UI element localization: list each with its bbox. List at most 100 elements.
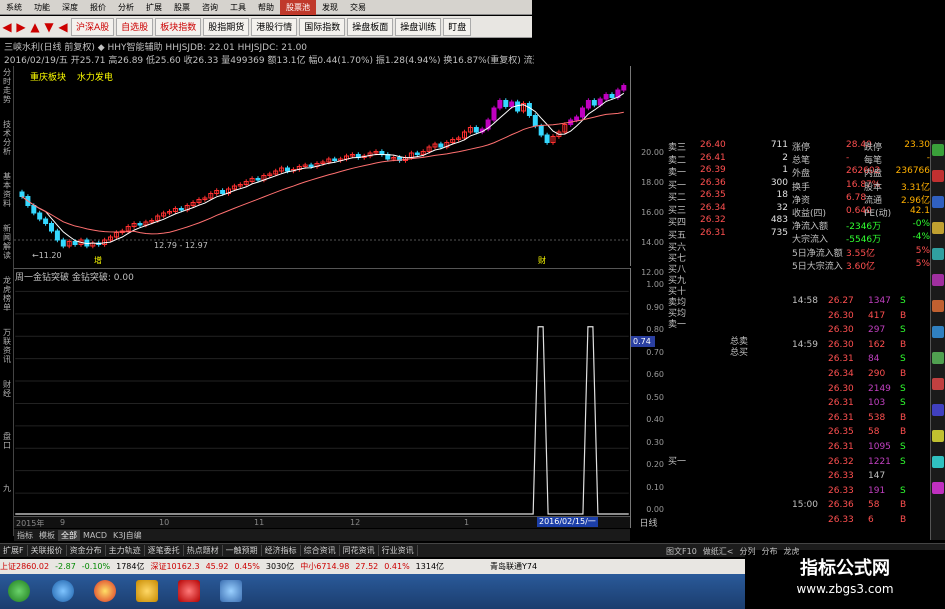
right-tab[interactable]: 分布 <box>761 547 777 556</box>
indicator-tab[interactable]: K3J自编 <box>110 530 145 541</box>
rail-tool-icon[interactable] <box>932 378 944 390</box>
rail-tool-icon[interactable] <box>932 248 944 260</box>
folder-icon[interactable] <box>136 580 158 602</box>
sz-index[interactable]: 深证10162.3 <box>150 561 199 572</box>
rail-tool-icon[interactable] <box>932 456 944 468</box>
app-icon[interactable] <box>178 580 200 602</box>
left-rail-item[interactable]: 万联资讯 <box>1 328 13 364</box>
sector-label-1[interactable]: 重庆板块 <box>30 73 66 83</box>
market-tab[interactable]: 港股行情 <box>251 17 298 36</box>
menu-item[interactable]: 分析 <box>112 0 140 15</box>
market-tab[interactable]: 沪深A股 <box>71 17 115 36</box>
menu-item-stock-pool[interactable]: 股票池 <box>280 0 316 15</box>
order-row[interactable]: 卖三 26.40 711 <box>666 140 790 153</box>
function-tab[interactable]: 一触预期 <box>223 545 262 556</box>
down-arrow-icon[interactable]: ▼ <box>42 17 56 37</box>
menu-item-right[interactable]: 发现 <box>316 0 344 15</box>
rail-tool-icon[interactable] <box>932 352 944 364</box>
tick-side: B <box>900 339 907 350</box>
menu-item[interactable]: 功能 <box>28 0 56 15</box>
left-rail-item[interactable]: 龙虎榜单 <box>1 276 13 312</box>
menu-item[interactable]: 工具 <box>224 0 252 15</box>
menu-item[interactable]: 股票 <box>168 0 196 15</box>
function-tab[interactable]: 同花资讯 <box>340 545 379 556</box>
order-row[interactable]: 买五 26.31 735 <box>666 228 790 241</box>
order-volume: 483 <box>770 215 788 225</box>
order-row[interactable]: 买一 26.36 300 <box>666 178 790 191</box>
order-row[interactable]: 买三 26.34 32 <box>666 203 790 216</box>
right-tab[interactable]: 分列 <box>739 547 755 556</box>
rail-tool-icon[interactable] <box>932 300 944 312</box>
status-extra[interactable]: 青岛联通Y74 <box>490 561 537 572</box>
rail-tool-icon[interactable] <box>932 274 944 286</box>
indicator-tab[interactable]: 指标 <box>14 530 36 541</box>
period-label[interactable]: 日线 <box>630 516 666 529</box>
rail-tool-icon[interactable] <box>932 144 944 156</box>
right-tab[interactable]: 图文F10 <box>666 547 697 556</box>
ie-icon[interactable] <box>52 580 74 602</box>
order-price: 26.31 <box>700 227 726 238</box>
rail-tool-icon[interactable] <box>932 482 944 494</box>
rail-tool-icon[interactable] <box>932 404 944 416</box>
left-arrow-icon[interactable]: ◀ <box>56 17 70 37</box>
order-row[interactable]: 卖二 26.41 2 <box>666 153 790 166</box>
left-rail-item[interactable]: 九 <box>1 484 13 493</box>
market-tab[interactable]: 板块指数 <box>155 17 202 36</box>
left-rail-item[interactable]: 盘口 <box>1 432 13 450</box>
rail-tool-icon[interactable] <box>932 430 944 442</box>
function-tab[interactable]: 经济指标 <box>262 545 301 556</box>
tick-volume: 58 <box>868 500 880 511</box>
market-tab[interactable]: 自选股 <box>116 17 154 36</box>
sector-label-2[interactable]: 水力发电 <box>77 73 113 83</box>
back-arrow-icon[interactable]: ◀ <box>0 17 14 37</box>
left-rail-item[interactable]: 新闻解读 <box>1 224 13 260</box>
order-row[interactable]: 买四 26.32 483 <box>666 215 790 228</box>
zx-index[interactable]: 中小6714.98 <box>300 561 349 572</box>
left-rail-item[interactable]: 分时走势 <box>1 68 13 104</box>
function-tab[interactable]: 资金分布 <box>67 545 106 556</box>
function-tab[interactable]: 主力轨迹 <box>106 545 145 556</box>
menu-item[interactable]: 帮助 <box>252 0 280 15</box>
right-tab[interactable]: 龙虎 <box>783 547 799 556</box>
function-tab[interactable]: 热点题材 <box>184 545 223 556</box>
indicator-chart[interactable] <box>14 268 630 516</box>
left-rail-item[interactable]: 基本资料 <box>1 172 13 208</box>
order-row[interactable]: 卖一 26.39 1 <box>666 165 790 178</box>
sh-index[interactable]: 上证2860.02 <box>0 561 49 572</box>
order-row[interactable]: 买二 26.35 18 <box>666 190 790 203</box>
market-tab[interactable]: 操盘训练 <box>395 17 442 36</box>
market-tab[interactable]: 国际指数 <box>299 17 346 36</box>
indicator-tab[interactable]: 模板 <box>36 530 58 541</box>
kline-chart[interactable]: ←11.20 12.79 - 12.97 财 增 <box>14 66 630 266</box>
function-tab[interactable]: 关联报价 <box>28 545 67 556</box>
menu-item[interactable]: 扩展 <box>140 0 168 15</box>
date-tick: 11 <box>254 518 265 527</box>
menu-item[interactable]: 咨询 <box>196 0 224 15</box>
function-tab[interactable]: 扩展F <box>0 545 28 556</box>
left-rail-item[interactable]: 技术分析 <box>1 120 13 156</box>
tool-icon[interactable] <box>220 580 242 602</box>
function-tab[interactable]: 行业资讯 <box>379 545 418 556</box>
rail-tool-icon[interactable] <box>932 222 944 234</box>
menu-item[interactable]: 报价 <box>84 0 112 15</box>
rail-tool-icon[interactable] <box>932 170 944 182</box>
indicator-tab[interactable]: MACD <box>80 531 110 540</box>
market-tab[interactable]: 盯盘 <box>443 17 472 36</box>
chrome-icon[interactable] <box>94 580 116 602</box>
start-icon[interactable] <box>8 580 30 602</box>
market-tab[interactable]: 操盘板面 <box>347 17 394 36</box>
menu-item-right[interactable]: 交易 <box>344 0 372 15</box>
indicator-tab[interactable]: 全部 <box>58 529 80 541</box>
rail-tool-icon[interactable] <box>932 326 944 338</box>
forward-arrow-icon[interactable]: ▶ <box>14 17 28 37</box>
right-tab[interactable]: 做纸汇< <box>703 547 734 556</box>
left-rail-item[interactable]: 财经 <box>1 380 13 398</box>
function-tab[interactable]: 逐笔委托 <box>145 545 184 556</box>
menu-item[interactable]: 系统 <box>0 0 28 15</box>
chart-title: 三峡水利(日线 前复权) ◆ HHY智能辅助 HHJSJDB: 22.01 HH… <box>4 43 308 53</box>
menu-item[interactable]: 深度 <box>56 0 84 15</box>
rail-tool-icon[interactable] <box>932 196 944 208</box>
up-arrow-icon[interactable]: ▲ <box>28 17 42 37</box>
market-tab[interactable]: 股指期货 <box>203 17 250 36</box>
function-tab[interactable]: 综合资讯 <box>301 545 340 556</box>
